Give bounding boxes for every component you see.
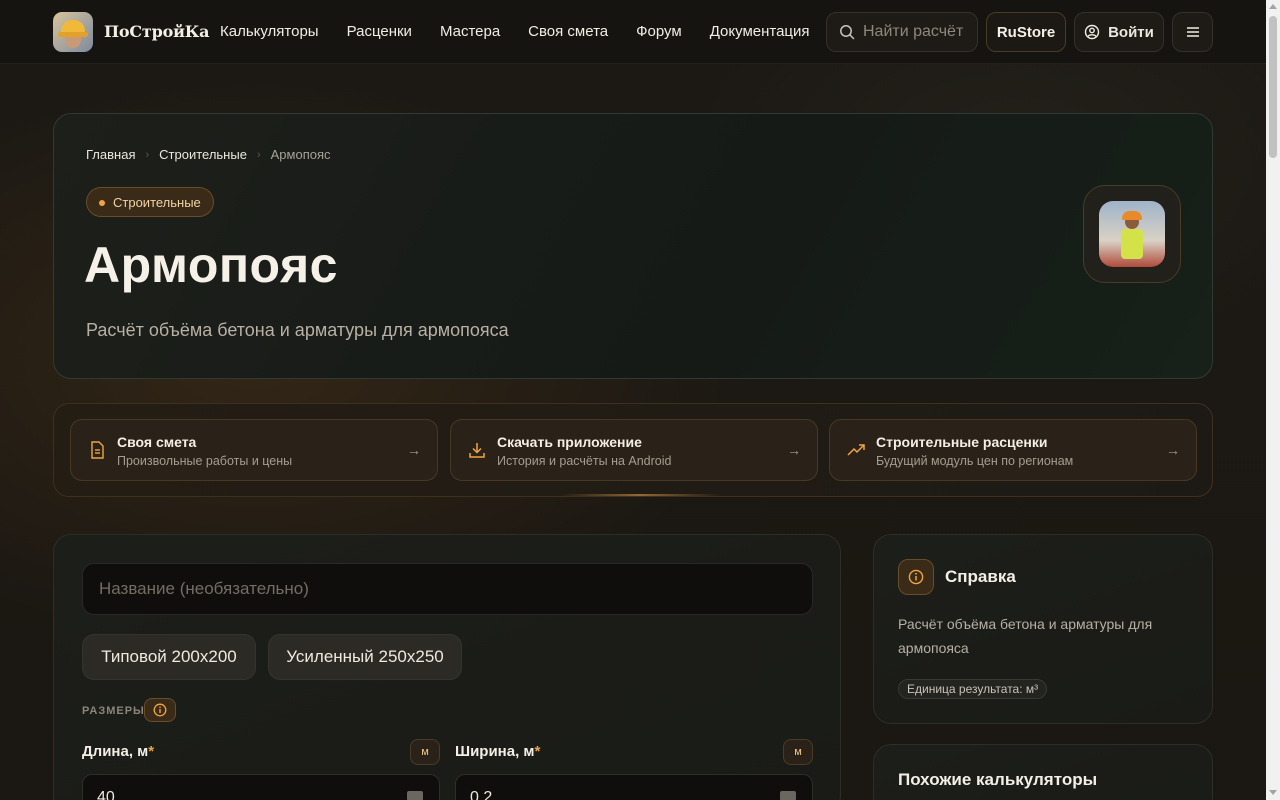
width-label: Ширина, м*: [455, 743, 541, 760]
search-placeholder: Найти расчёт: [863, 23, 964, 40]
category-chip[interactable]: Строительные: [86, 187, 214, 217]
quick-link-download-app[interactable]: Скачать приложение История и расчёты на …: [450, 419, 818, 481]
breadcrumb-separator-icon: ›: [145, 148, 150, 161]
length-label: Длина, м*: [82, 743, 155, 760]
calculator-illustration: [1083, 185, 1181, 283]
breadcrumb-separator-icon: ›: [256, 148, 261, 161]
width-value: 0.2: [470, 789, 493, 800]
arrow-right-icon: →: [407, 442, 421, 458]
length-unit-button[interactable]: м: [410, 739, 440, 765]
page-subtitle: Расчёт объёма бетона и арматуры для армо…: [86, 320, 509, 340]
scroll-down-icon[interactable]: [1269, 790, 1277, 795]
info-button[interactable]: [144, 698, 176, 722]
scrollbar-thumb[interactable]: [1269, 16, 1277, 158]
quick-link-title: Своя смета: [117, 434, 197, 450]
hamburger-icon: [1186, 27, 1199, 37]
trending-up-icon: [847, 444, 865, 456]
top-navigation: ПоСтройКа Калькуляторы Расценки Мастера …: [0, 0, 1266, 64]
breadcrumb-current: Армопояс: [270, 147, 331, 162]
breadcrumb-category[interactable]: Строительные: [159, 147, 247, 162]
quick-links-panel: Своя смета Произвольные работы и цены → …: [53, 403, 1213, 497]
calculation-name-input[interactable]: [82, 563, 813, 615]
similar-calculators-card: Похожие калькуляторы: [873, 744, 1213, 800]
quick-link-desc: История и расчёты на Android: [497, 454, 672, 468]
info-icon: [153, 703, 167, 717]
preset-button-reinforced[interactable]: Усиленный 250x250: [268, 634, 462, 680]
stepper-icon[interactable]: [780, 791, 796, 800]
quick-link-desc: Произвольные работы и цены: [117, 454, 293, 468]
login-button[interactable]: Войти: [1074, 12, 1164, 52]
help-info-badge: [898, 559, 934, 595]
similar-title: Похожие калькуляторы: [898, 770, 1098, 789]
worker-image: [1099, 201, 1165, 267]
stepper-icon[interactable]: [407, 791, 423, 800]
decorative-divider: [560, 494, 720, 496]
preset-button-standard[interactable]: Типовой 200x200: [82, 634, 256, 680]
arrow-right-icon: →: [1166, 442, 1180, 458]
quick-link-title: Строительные расценки: [876, 434, 1048, 450]
help-card: Справка Расчёт объёма бетона и арматуры …: [873, 534, 1213, 724]
length-value: 40: [97, 789, 115, 800]
help-title: Справка: [945, 567, 1016, 586]
nav-item-calculators[interactable]: Калькуляторы: [220, 23, 319, 40]
scroll-up-icon[interactable]: [1269, 4, 1277, 9]
nav-item-forum[interactable]: Форум: [636, 23, 682, 40]
login-label: Войти: [1108, 23, 1154, 41]
category-chip-label: Строительные: [113, 194, 201, 210]
result-unit-badge: Единица результата: м³: [898, 679, 1048, 699]
brand-name[interactable]: ПоСтройКа: [104, 22, 209, 41]
arrow-right-icon: →: [787, 442, 801, 458]
info-icon: [908, 569, 924, 585]
nav-item-rates[interactable]: Расценки: [347, 23, 412, 40]
menu-button[interactable]: [1172, 12, 1213, 52]
length-input[interactable]: 40: [82, 774, 440, 800]
section-label: РАЗМЕРЫ: [82, 705, 145, 717]
width-input[interactable]: 0.2: [455, 774, 813, 800]
page-title: Армопояс: [84, 237, 338, 293]
download-icon: [469, 443, 485, 458]
scrollbar[interactable]: [1266, 0, 1280, 800]
dot-icon: [99, 200, 105, 206]
document-icon: [91, 441, 104, 459]
quick-link-own-estimate[interactable]: Своя смета Произвольные работы и цены →: [70, 419, 438, 481]
help-description: Расчёт объёма бетона и арматуры для армо…: [898, 616, 1153, 656]
nav-item-own-estimate[interactable]: Своя смета: [528, 23, 608, 40]
user-icon: [1084, 24, 1100, 40]
search-icon: [840, 25, 855, 40]
rustore-button[interactable]: RuStore: [986, 12, 1066, 52]
width-unit-button[interactable]: м: [783, 739, 813, 765]
calculator-form: Типовой 200x200 Усиленный 250x250 РАЗМЕР…: [53, 534, 841, 800]
nav-item-masters[interactable]: Мастера: [440, 23, 500, 40]
search-button[interactable]: Найти расчёт: [826, 12, 978, 52]
nav-item-documentation[interactable]: Документация: [710, 23, 810, 40]
breadcrumb: Главная › Строительные › Армопояс: [86, 147, 331, 162]
hero-card: Главная › Строительные › Армопояс Строит…: [53, 113, 1213, 379]
quick-link-desc: Будущий модуль цен по регионам: [876, 454, 1074, 468]
main-nav: Калькуляторы Расценки Мастера Своя смета…: [220, 23, 810, 40]
quick-link-construction-rates[interactable]: Строительные расценки Будущий модуль цен…: [829, 419, 1197, 481]
quick-link-title: Скачать приложение: [497, 434, 642, 450]
logo-icon[interactable]: [53, 12, 93, 52]
breadcrumb-home[interactable]: Главная: [86, 147, 135, 162]
